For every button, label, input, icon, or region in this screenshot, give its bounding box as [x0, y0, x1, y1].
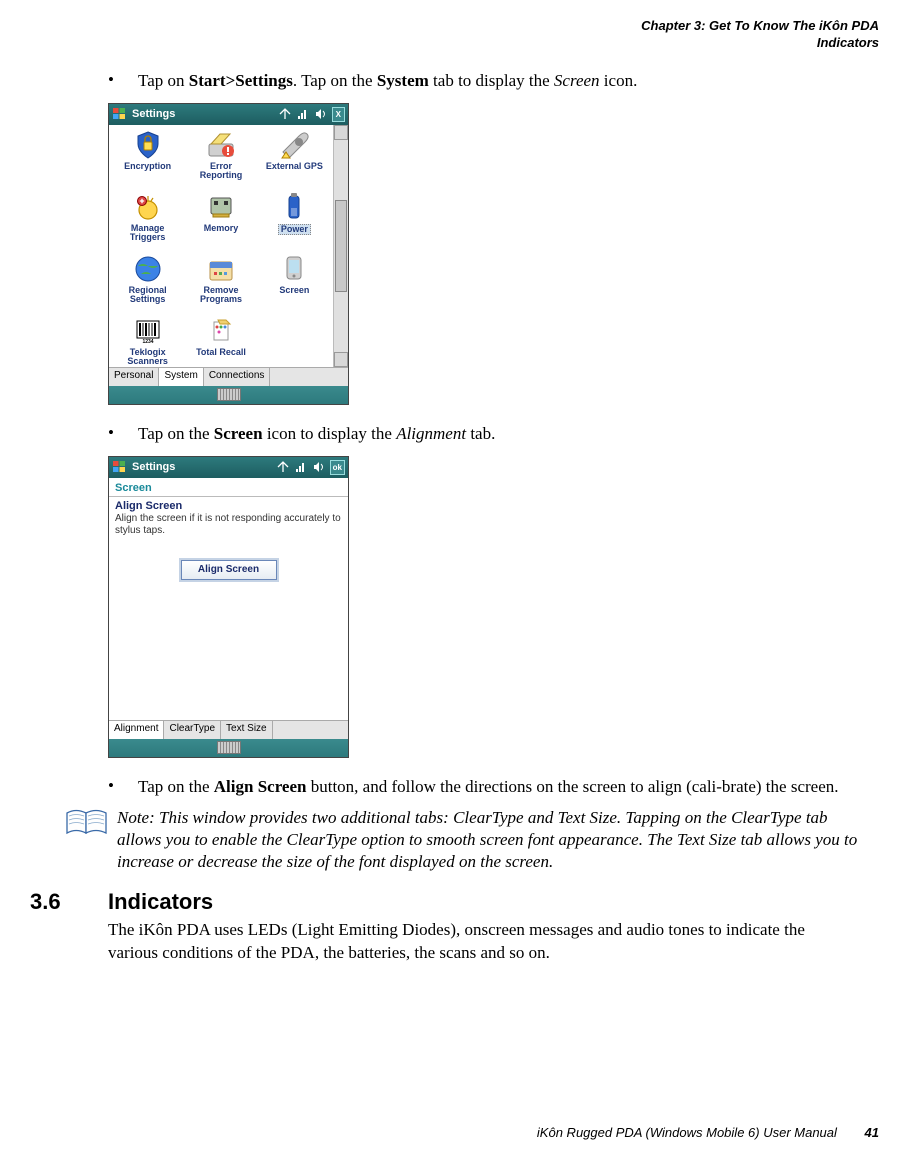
ok-button: ok [330, 460, 345, 475]
bullet-3: • Tap on the Align Screen button, and fo… [108, 776, 859, 799]
page-number: 41 [865, 1125, 879, 1140]
external-gps-icon [279, 130, 309, 160]
regional-settings-icon [133, 254, 163, 284]
label: Error Reporting [200, 162, 243, 181]
align-screen-heading: Align Screen [109, 497, 348, 512]
scroll-thumb [335, 200, 347, 292]
start-icon [112, 459, 128, 475]
align-screen-desc: Align the screen if it is not responding… [109, 512, 348, 538]
align-screen-button: Align Screen [181, 560, 277, 580]
remove-programs-item: Remove Programs [184, 254, 257, 316]
total-recall-item: Total Recall [184, 316, 257, 378]
section-number: 3.6 [30, 889, 108, 915]
teklogix-scanners-item: 1234 Teklogix Scanners [111, 316, 184, 378]
signal-icon [294, 460, 308, 474]
signal-icon [296, 107, 310, 121]
scroll-up-icon [334, 125, 348, 140]
screen-icon [279, 254, 309, 284]
regional-settings-item: Regional Settings [111, 254, 184, 316]
tab-alignment: Alignment [109, 721, 164, 739]
screen-item: Screen [258, 254, 331, 316]
label: Remove Programs [200, 286, 242, 305]
memory-icon [206, 192, 236, 222]
manage-triggers-item: Manage Triggers [111, 192, 184, 254]
section-title: Indicators [108, 889, 213, 915]
encryption-icon [133, 130, 163, 160]
scrollbar [333, 125, 348, 367]
connectivity-icon [278, 107, 292, 121]
screen-alignment-screenshot: Settings ok Screen Align Screen Align th… [108, 456, 879, 758]
label: Teklogix Scanners [127, 348, 168, 367]
tab-text-size: Text Size [221, 721, 273, 739]
remove-programs-icon [206, 254, 236, 284]
settings-system-screenshot: Settings X Encryption Error Reporting [108, 103, 879, 405]
pda-titlebar: Settings ok [109, 457, 348, 478]
barcode-icon: 1234 [133, 316, 163, 346]
error-reporting-item: Error Reporting [184, 130, 257, 192]
page-footer: iKôn Rugged PDA (Windows Mobile 6) User … [30, 1125, 879, 1140]
bullet-2: • Tap on the Screen icon to display the … [108, 423, 859, 446]
volume-icon [312, 460, 326, 474]
note-text: Note: This window provides two additiona… [117, 807, 859, 873]
start-icon [112, 106, 128, 122]
note-block: Note: This window provides two additiona… [65, 807, 859, 873]
sip-bar [109, 386, 348, 404]
power-icon [279, 192, 309, 222]
label: External GPS [266, 162, 323, 171]
label: Total Recall [196, 348, 246, 357]
total-recall-icon [206, 316, 236, 346]
scroll-down-icon [334, 352, 348, 367]
pda-title-text: Settings [132, 461, 175, 473]
close-button: X [332, 107, 345, 122]
label: Memory [204, 224, 239, 233]
system-icon-grid: Encryption Error Reporting External GPS … [109, 125, 333, 367]
tab-row: Alignment ClearType Text Size [109, 720, 348, 739]
sip-bar [109, 739, 348, 757]
pda-title-text: Settings [132, 108, 175, 120]
label: Screen [279, 286, 309, 295]
section-line: Indicators [30, 35, 879, 52]
label: Power [278, 224, 311, 235]
tab-cleartype: ClearType [164, 721, 221, 739]
svg-text:1234: 1234 [142, 339, 153, 345]
book-icon [65, 807, 117, 873]
footer-text: iKôn Rugged PDA (Windows Mobile 6) User … [537, 1125, 837, 1140]
label: Regional Settings [129, 286, 167, 305]
manage-triggers-icon [133, 192, 163, 222]
external-gps-item: External GPS [258, 130, 331, 192]
label: Encryption [124, 162, 171, 171]
screen-heading: Screen [109, 478, 348, 497]
encryption-item: Encryption [111, 130, 184, 192]
connectivity-icon [276, 460, 290, 474]
chapter-line: Chapter 3: Get To Know The iKôn PDA [30, 18, 879, 35]
keyboard-icon [217, 388, 241, 401]
power-item: Power [258, 192, 331, 254]
section-body: The iKôn PDA uses LEDs (Light Emitting D… [108, 919, 859, 965]
page-header: Chapter 3: Get To Know The iKôn PDA Indi… [30, 18, 879, 52]
label: Manage Triggers [130, 224, 166, 243]
section-heading: 3.6 Indicators [30, 889, 879, 915]
volume-icon [314, 107, 328, 121]
memory-item: Memory [184, 192, 257, 254]
error-reporting-icon [206, 130, 236, 160]
keyboard-icon [217, 741, 241, 754]
bullet-1: • Tap on Start>Settings. Tap on the Syst… [108, 70, 859, 93]
pda-titlebar: Settings X [109, 104, 348, 125]
